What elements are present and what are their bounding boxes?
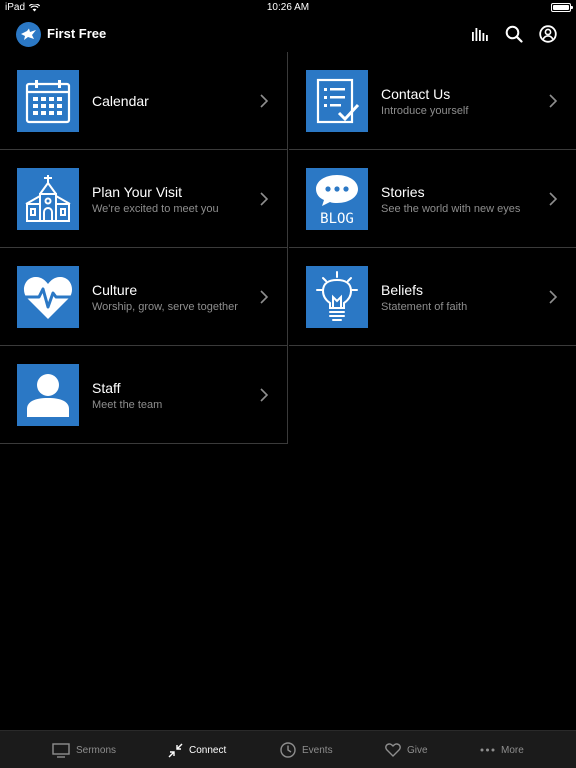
tile-title: Stories — [381, 183, 425, 200]
tile-calendar[interactable]: Calendar — [0, 52, 288, 150]
form-check-icon — [306, 70, 368, 132]
tile-subtitle: We're excited to meet you — [92, 202, 219, 215]
tile-subtitle: Meet the team — [92, 398, 163, 411]
tile-subtitle: Introduce yourself — [381, 104, 469, 117]
tile-title: Culture — [92, 281, 138, 298]
heart-outline-icon — [385, 743, 401, 757]
audio-bars-icon[interactable] — [470, 24, 490, 44]
heart-pulse-icon — [17, 266, 79, 328]
bottom-tab-bar: Sermons Connect Events Give More — [0, 730, 576, 768]
tab-label: Connect — [189, 744, 227, 756]
tile-staff[interactable]: Staff Meet the team — [0, 346, 288, 444]
tab-sermons[interactable]: Sermons — [52, 731, 116, 768]
tile-title: Staff — [92, 379, 121, 396]
chevron-right-icon — [549, 192, 558, 206]
tile-subtitle: Statement of faith — [381, 300, 468, 313]
tab-give[interactable]: Give — [385, 731, 428, 768]
tab-events[interactable]: Events — [280, 731, 333, 768]
account-icon[interactable] — [538, 24, 558, 44]
chevron-right-icon — [260, 192, 269, 206]
tile-title: Contact Us — [381, 85, 451, 102]
person-icon — [17, 364, 79, 426]
calendar-icon — [17, 70, 79, 132]
church-icon — [17, 168, 79, 230]
clock-icon — [280, 742, 296, 758]
chevron-right-icon — [260, 94, 269, 108]
status-bar: iPad 10:26 AM — [0, 0, 576, 16]
tile-title: Plan Your Visit — [92, 183, 183, 200]
app-header: First Free — [0, 16, 576, 52]
more-dots-icon — [480, 748, 495, 752]
tab-label: Give — [407, 744, 428, 756]
chevron-right-icon — [260, 388, 269, 402]
tile-title: Beliefs — [381, 281, 424, 298]
battery-icon — [551, 3, 573, 12]
tab-more[interactable]: More — [480, 731, 524, 768]
dove-logo-icon[interactable] — [16, 22, 41, 47]
app-title: First Free — [47, 26, 107, 41]
tile-contact-us[interactable]: Contact Us Introduce yourself — [289, 52, 576, 150]
search-icon[interactable] — [504, 24, 524, 44]
tile-subtitle: Worship, grow, serve together — [92, 300, 238, 313]
blog-bubble-icon: BLOG — [306, 168, 368, 230]
tab-label: Sermons — [76, 744, 117, 756]
header-actions — [470, 24, 558, 44]
tile-plan-your-visit[interactable]: Plan Your Visit We're excited to meet yo… — [0, 150, 288, 248]
chevron-right-icon — [549, 94, 558, 108]
monitor-icon — [52, 742, 70, 758]
tile-stories[interactable]: BLOG Stories See the world with new eyes — [289, 150, 576, 248]
tile-subtitle: See the world with new eyes — [381, 202, 521, 215]
lightbulb-icon — [306, 266, 368, 328]
tile-beliefs[interactable]: Beliefs Statement of faith — [289, 248, 576, 346]
chevron-right-icon — [549, 290, 558, 304]
tab-label: More — [501, 744, 524, 756]
chevron-right-icon — [260, 290, 269, 304]
connect-arrows-icon — [168, 743, 183, 758]
status-time: 10:26 AM — [266, 2, 310, 13]
tab-label: Events — [302, 744, 333, 756]
blog-icon-text: BLOG — [320, 211, 354, 226]
tile-title: Calendar — [92, 93, 149, 109]
tab-connect[interactable]: Connect — [168, 731, 226, 768]
tile-culture[interactable]: Culture Worship, grow, serve together — [0, 248, 288, 346]
